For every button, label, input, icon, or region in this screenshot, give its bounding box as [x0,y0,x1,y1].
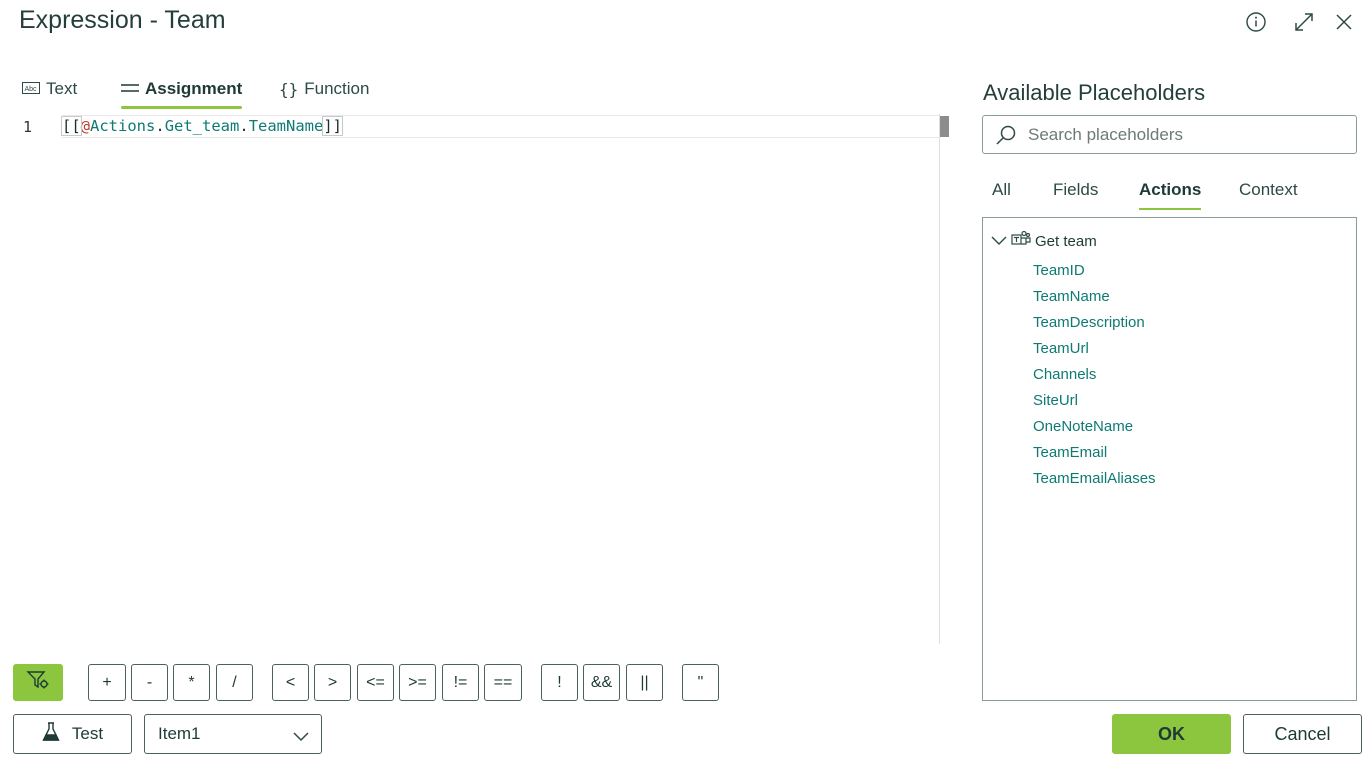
filter-gear-icon [26,669,50,696]
editor-scrollbar[interactable] [939,114,940,644]
at-sign: @ [80,117,91,135]
tab-function-label: Function [304,79,370,98]
operator-minus[interactable]: - [131,664,168,701]
placeholders-title: Available Placeholders [983,80,1206,105]
operator-not[interactable]: ! [541,664,578,701]
search-icon [995,124,1017,151]
dot: . [239,117,249,135]
expand-icon[interactable] [1292,10,1316,34]
cancel-button[interactable]: Cancel [1243,714,1362,754]
operator-greater-equal[interactable]: >= [399,664,436,701]
tab-function[interactable]: {} Function [279,70,369,108]
test-label: Test [71,724,104,743]
placeholder-team-url[interactable]: TeamUrl [1033,340,1089,357]
ptab-all[interactable]: All [992,170,1011,210]
token-get-team: Get_team [164,117,240,135]
expression-code[interactable]: [[@Actions.Get_team.TeamName]] [61,116,343,137]
placeholder-channels[interactable]: Channels [1033,366,1096,383]
tree-group-label: Get team [1035,232,1097,250]
item-select[interactable]: Item1 [144,714,322,754]
ok-button[interactable]: OK [1112,714,1231,754]
test-button[interactable]: Test [13,714,132,754]
operator-divide[interactable]: / [216,664,253,701]
placeholder-team-id[interactable]: TeamID [1033,262,1085,279]
ptab-fields[interactable]: Fields [1053,170,1098,210]
operator-or[interactable]: || [626,664,663,701]
dialog-title: Expression - Team [19,6,226,34]
placeholder-tree: Get team TeamID TeamName TeamDescription… [982,217,1357,701]
tree-group-get-team[interactable]: Get team [991,230,1097,252]
placeholder-team-email[interactable]: TeamEmail [1033,444,1107,461]
operator-equals[interactable]: == [484,664,522,701]
operator-not-equal[interactable]: != [442,664,479,701]
braces-icon: {} [279,79,299,99]
placeholder-team-name[interactable]: TeamName [1033,288,1110,305]
placeholder-team-email-aliases[interactable]: TeamEmailAliases [1033,470,1156,487]
chevron-down-icon[interactable] [991,233,1007,250]
chevron-down-icon [293,727,309,747]
operator-quote[interactable]: " [682,664,719,701]
flask-icon [42,721,60,747]
ptab-context[interactable]: Context [1239,170,1298,210]
placeholder-onenote-name[interactable]: OneNoteName [1033,418,1133,435]
placeholder-tabs: All Fields Actions Context [982,170,1357,212]
tab-text[interactable]: Abc Text [22,70,77,108]
operator-greater-than[interactable]: > [314,664,351,701]
tab-assignment[interactable]: Assignment [121,70,243,109]
operator-less-equal[interactable]: <= [357,664,394,701]
operator-less-than[interactable]: < [272,664,309,701]
token-team-name: TeamName [248,117,324,135]
svg-text:Abc: Abc [25,86,38,93]
tab-text-label: Text [46,79,78,98]
search-input[interactable] [1028,124,1338,145]
ptab-actions[interactable]: Actions [1139,170,1202,210]
editor-scroll-thumb[interactable] [940,116,949,137]
placeholder-search [982,115,1357,154]
filter-settings-button[interactable] [13,664,63,701]
token-actions: Actions [90,117,156,135]
info-icon[interactable] [1244,10,1268,34]
operator-multiply[interactable]: * [173,664,210,701]
open-bracket: [[ [61,116,82,136]
teams-icon [1011,230,1031,252]
close-icon[interactable] [1332,10,1356,34]
operator-plus[interactable]: + [88,664,126,701]
operator-and[interactable]: && [583,664,620,701]
item-select-value: Item1 [158,724,201,743]
expression-editor[interactable]: 1 [[@Actions.Get_team.TeamName]] [16,114,956,644]
equals-icon [121,79,139,99]
line-number: 1 [23,118,33,136]
placeholder-site-url[interactable]: SiteUrl [1033,392,1078,409]
tab-assignment-label: Assignment [145,79,243,98]
dot: . [155,117,165,135]
abc-icon: Abc [22,79,40,99]
placeholder-team-description[interactable]: TeamDescription [1033,314,1145,331]
close-bracket: ]] [322,116,343,136]
